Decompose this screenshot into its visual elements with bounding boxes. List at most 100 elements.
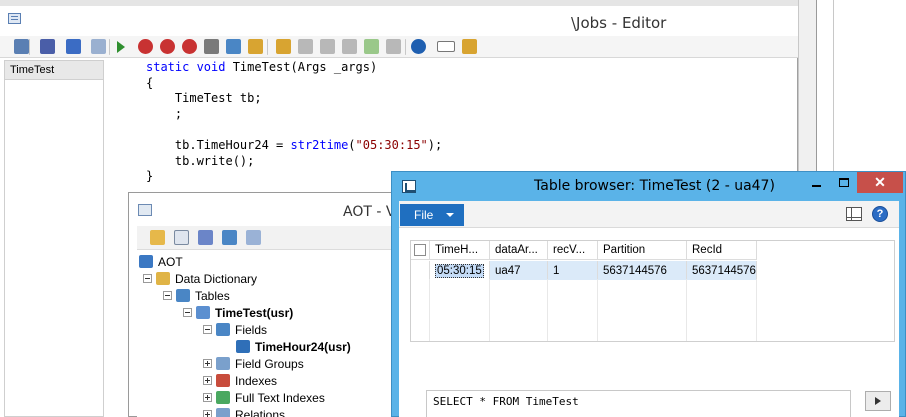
- properties-icon[interactable]: [174, 230, 189, 245]
- expand-icon[interactable]: [203, 376, 212, 385]
- tree-node-label: AOT: [158, 254, 183, 269]
- code-token: ;: [146, 106, 183, 121]
- aot-title-bar: AOT - V: [129, 193, 399, 226]
- collapse-icon[interactable]: [163, 291, 172, 300]
- table-cell[interactable]: 5637144576: [598, 261, 687, 280]
- tree-node-data-dictionary[interactable]: Data Dictionary: [143, 270, 257, 287]
- copy-icon[interactable]: [298, 39, 313, 54]
- collapse-icon[interactable]: [143, 274, 152, 283]
- editor-toolbar: [0, 36, 798, 58]
- column-header[interactable]: Partition: [598, 241, 687, 260]
- window-menu-icon[interactable]: [8, 13, 21, 24]
- tree-node-timetest-usr[interactable]: TimeTest(usr): [183, 304, 293, 321]
- editor-title-bar: \Jobs - Editor: [0, 0, 798, 36]
- wand-icon[interactable]: [462, 39, 477, 54]
- lookup-icon[interactable]: [226, 39, 241, 54]
- breakpoint-icon[interactable]: [138, 39, 153, 54]
- close-button[interactable]: ✕: [857, 172, 903, 193]
- expand-icon[interactable]: [203, 410, 212, 417]
- help-icon[interactable]: ?: [872, 206, 888, 222]
- expand-icon[interactable]: [203, 393, 212, 402]
- tree-node-label: Field Groups: [235, 356, 304, 371]
- undo-alt-icon[interactable]: [342, 39, 357, 54]
- redo-icon[interactable]: [91, 39, 106, 54]
- remove-breakpoint-icon[interactable]: [160, 39, 175, 54]
- relations-icon: [216, 408, 230, 417]
- table-browser-window-icon[interactable]: [402, 180, 416, 193]
- table-browser-title-bar: Table browser: TimeTest (2 - ua47) ✕: [392, 172, 905, 201]
- table-browser-window: Table browser: TimeTest (2 - ua47) ✕ Fil…: [391, 171, 906, 417]
- tree-node-fields[interactable]: Fields: [203, 321, 267, 338]
- tree-node-full-text-indexes[interactable]: Full Text Indexes: [203, 389, 325, 406]
- fields-icon: [216, 323, 230, 336]
- code-editor[interactable]: static void TimeTest(Args _args){ TimeTe…: [146, 60, 442, 185]
- line-numbers-icon[interactable]: [437, 41, 455, 52]
- disable-breakpoints-icon[interactable]: [182, 39, 197, 54]
- string-literal: "05:30:15": [355, 137, 428, 152]
- collapse-icon[interactable]: [203, 325, 212, 334]
- column-header[interactable]: recV...: [548, 241, 598, 260]
- run-sql-button[interactable]: [865, 391, 891, 411]
- close-icon: ✕: [874, 174, 886, 190]
- field-groups-icon: [216, 357, 230, 370]
- sql-input[interactable]: SELECT * FROM TimeTest: [426, 390, 851, 417]
- column-header[interactable]: TimeH...: [430, 241, 490, 260]
- table-cell[interactable]: 1: [548, 261, 598, 280]
- paste-icon[interactable]: [320, 39, 335, 54]
- tree-node-label: TimeHour24(usr): [255, 339, 351, 354]
- file-menu-button[interactable]: File: [400, 204, 464, 226]
- lookup-property-icon[interactable]: [248, 39, 263, 54]
- records-grid[interactable]: TimeH... dataAr... recV... Partition RecId 05…: [410, 240, 895, 342]
- collapse-icon[interactable]: [183, 308, 192, 317]
- layout-icon[interactable]: [846, 207, 862, 221]
- keyword-token: static void: [146, 60, 233, 74]
- new-icon[interactable]: [14, 39, 29, 54]
- tree-node-field-groups[interactable]: Field Groups: [203, 355, 304, 372]
- column-header[interactable]: dataAr...: [490, 241, 548, 260]
- tree-node-tables[interactable]: Tables: [163, 287, 230, 304]
- aot-window: AOT - V AOT Data Dictionary Tables TimeTest…: [128, 192, 400, 417]
- import-icon[interactable]: [222, 230, 237, 245]
- maximize-button[interactable]: [830, 172, 857, 193]
- tree-node-label: Relations: [235, 407, 286, 417]
- tree-node-aot[interactable]: AOT: [139, 253, 183, 270]
- forward-icon[interactable]: [386, 39, 401, 54]
- tables-icon: [176, 289, 190, 302]
- save-icon[interactable]: [40, 39, 55, 54]
- column-header[interactable]: RecId: [687, 241, 757, 260]
- open-icon[interactable]: [150, 230, 165, 245]
- refresh-icon[interactable]: [364, 39, 379, 54]
- tree-node-relations[interactable]: Relations: [203, 406, 285, 417]
- tree-node-timehour24-usr[interactable]: TimeHour24(usr): [223, 338, 351, 355]
- code-token: tb.write();: [146, 153, 255, 168]
- table-row[interactable]: 05:30:15 ua47 1 5637144576 5637144576: [411, 261, 757, 280]
- job-list-item[interactable]: TimeTest: [5, 61, 103, 80]
- minimize-button[interactable]: [803, 172, 830, 193]
- help-icon[interactable]: [411, 39, 426, 54]
- expand-icon[interactable]: [203, 359, 212, 368]
- compile-icon[interactable]: [204, 39, 219, 54]
- code-token: TimeTest tb;: [146, 91, 262, 106]
- tree-node-indexes[interactable]: Indexes: [203, 372, 277, 389]
- tree-node-label: TimeTest(usr): [215, 305, 294, 320]
- grid-column-line: [597, 279, 598, 341]
- table-browser-title: Table browser: TimeTest (2 - ua47): [534, 178, 775, 194]
- undo-icon[interactable]: [66, 39, 81, 54]
- export-icon[interactable]: [246, 230, 261, 245]
- script-icon[interactable]: [276, 39, 291, 54]
- aot-window-icon[interactable]: [138, 204, 152, 216]
- grid-column-line: [429, 279, 430, 341]
- keyword-token: str2time: [290, 137, 349, 152]
- table-cell[interactable]: ua47: [490, 261, 548, 280]
- code-token: {: [146, 75, 154, 90]
- run-icon[interactable]: [117, 41, 125, 53]
- table-cell[interactable]: 05:30:15: [430, 261, 490, 280]
- grid-column-line: [756, 279, 757, 341]
- database-icon: [156, 272, 170, 285]
- compile-icon[interactable]: [198, 230, 213, 245]
- table-cell[interactable]: 5637144576: [687, 261, 757, 280]
- select-all-checkbox[interactable]: [414, 244, 426, 256]
- code-token: tb.TimeHour24 =: [146, 137, 291, 152]
- row-selector[interactable]: [411, 261, 430, 280]
- cell-value: 1: [553, 264, 560, 277]
